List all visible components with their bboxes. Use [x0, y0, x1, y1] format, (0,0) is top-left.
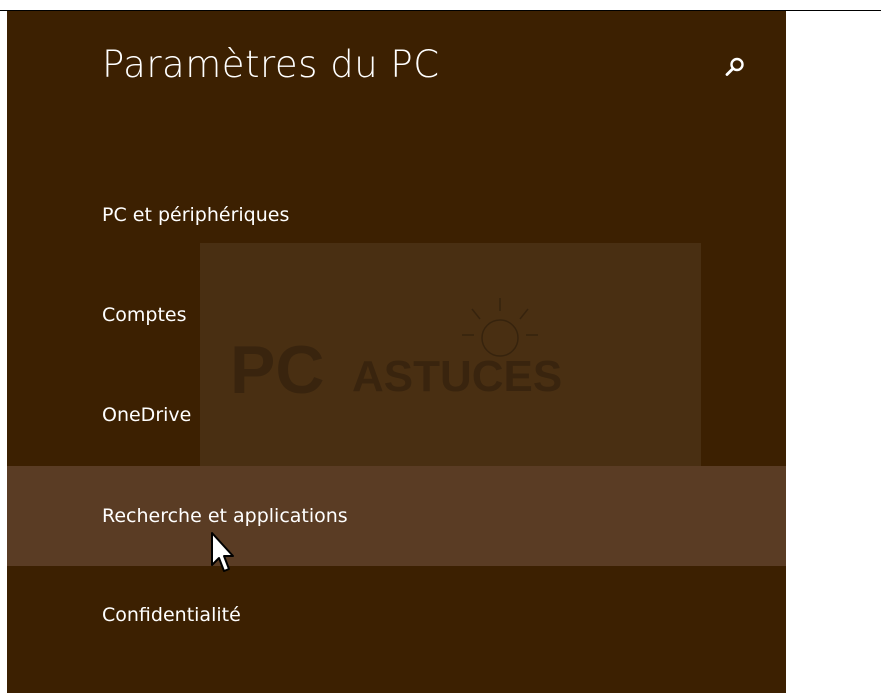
menu-item-label: Recherche et applications — [102, 505, 348, 527]
mouse-pointer-icon — [210, 531, 236, 577]
search-icon[interactable] — [723, 55, 747, 79]
menu-item-pc-peripheriques[interactable]: PC et périphériques — [7, 165, 786, 265]
menu-item-onedrive[interactable]: OneDrive — [7, 365, 786, 465]
menu-item-label: Confidentialité — [102, 604, 241, 626]
page-title: Paramètres du PC — [102, 43, 440, 86]
menu-item-comptes[interactable]: Comptes — [7, 265, 786, 365]
menu-item-label: OneDrive — [102, 404, 192, 426]
menu-item-confidentialite[interactable]: Confidentialité — [7, 565, 786, 665]
menu-item-recherche-applications[interactable]: Recherche et applications — [7, 466, 786, 566]
menu-item-label: Comptes — [102, 304, 187, 326]
settings-panel: PC ASTUCES Paramètres du PC PC et périph… — [7, 11, 786, 693]
menu-item-label: PC et périphériques — [102, 204, 290, 226]
